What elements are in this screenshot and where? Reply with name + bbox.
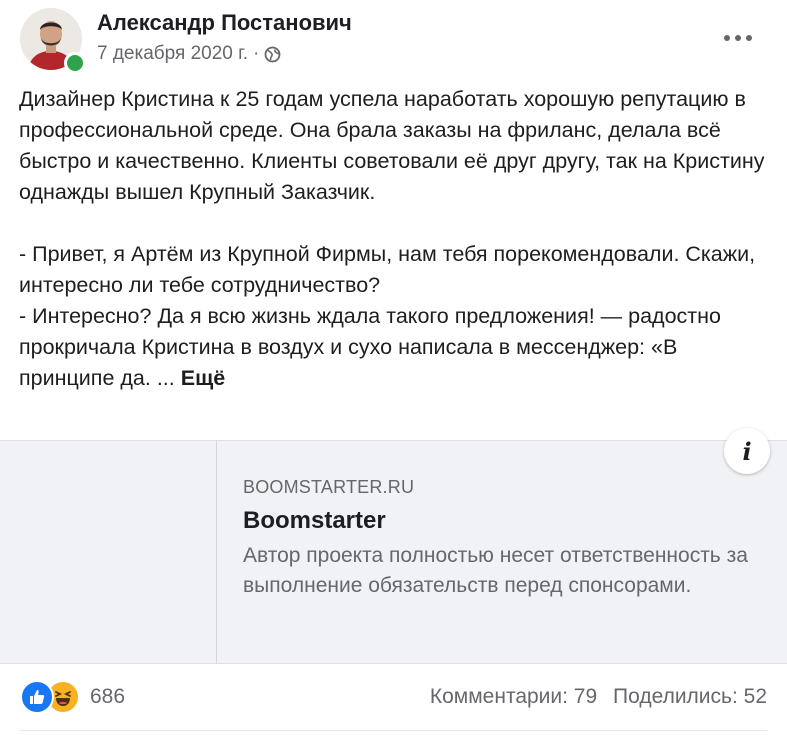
post-dialogue-line: - Привет, я Артём из Крупной Фирмы, нам …	[19, 242, 756, 297]
info-icon: i	[742, 436, 752, 466]
comments-count[interactable]: Комментарии: 79	[430, 685, 597, 708]
link-title[interactable]: Boomstarter	[243, 507, 386, 535]
post-paragraph: Дизайнер Кристина к 25 годам успела нара…	[19, 87, 765, 204]
link-domain: BOOMSTARTER.RU	[243, 477, 415, 497]
reaction-count: 686	[90, 685, 126, 708]
info-button[interactable]: i	[724, 428, 770, 474]
post-date[interactable]: 7 декабря 2020 г.	[97, 43, 248, 65]
more-dot	[735, 35, 741, 41]
post-stats: Комментарии: 79 Поделились: 52	[430, 685, 767, 709]
link-thumbnail-divider	[216, 441, 217, 663]
post-header: Александр Постанович 7 декабря 2020 г. ·	[0, 0, 787, 80]
reactions-summary[interactable]: 686	[20, 680, 125, 714]
more-dot	[724, 35, 730, 41]
post-footer: 686 Комментарии: 79 Поделились: 52	[0, 672, 787, 722]
post-body: Дизайнер Кристина к 25 годам успела нара…	[19, 84, 769, 394]
like-icon	[20, 680, 54, 714]
footer-divider	[20, 730, 767, 731]
link-preview-card[interactable]: BOOMSTARTER.RU Boomstarter Автор проекта…	[0, 440, 787, 664]
more-dot	[746, 35, 752, 41]
globe-icon[interactable]	[264, 46, 281, 63]
shares-count[interactable]: Поделились: 52	[613, 685, 767, 708]
meta-separator: ·	[253, 43, 260, 64]
online-status-dot	[64, 52, 86, 74]
more-horizontal-icon[interactable]	[722, 26, 754, 50]
author-name[interactable]: Александр Постанович	[97, 10, 352, 36]
post-meta: 7 декабря 2020 г. ·	[97, 43, 281, 65]
see-more-link[interactable]: Ещё	[181, 366, 225, 390]
post-dialogue-line: - Интересно? Да я всю жизнь ждала такого…	[19, 301, 769, 394]
link-description: Автор проекта полностью несет ответствен…	[243, 544, 748, 597]
post-dialogue-text: - Интересно? Да я всю жизнь ждала такого…	[19, 304, 721, 390]
